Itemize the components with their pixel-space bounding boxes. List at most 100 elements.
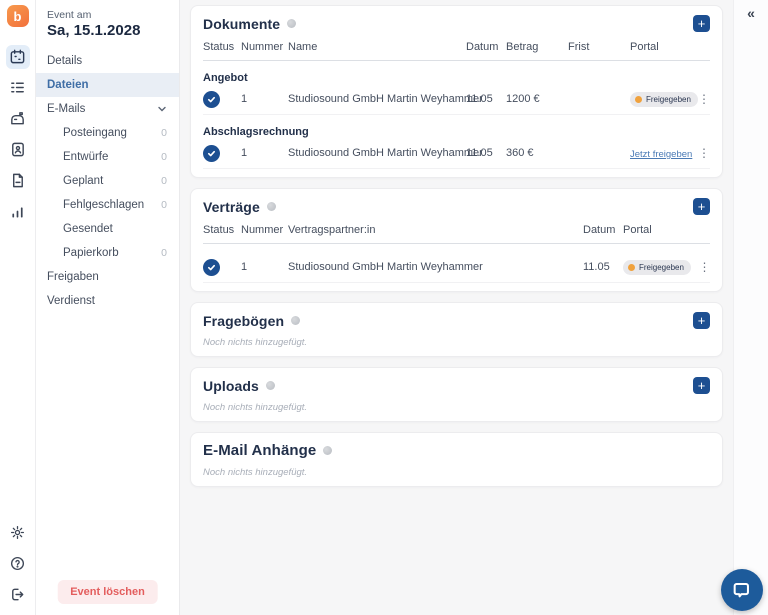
section-title: Dokumente <box>203 15 281 32</box>
uploads-section: Uploads + Noch nichts hinzugefügt. <box>190 367 723 422</box>
sidebar-item-dateien[interactable]: Dateien <box>36 73 179 97</box>
cell-name: Studiosound GmbH Martin Weyhammer <box>288 147 483 159</box>
cell-nummer: 1 <box>241 261 248 273</box>
empty-state-text: Noch nichts hinzugefügt. <box>203 402 308 413</box>
fragebogen-section: Fragebögen + Noch nichts hinzugefügt. <box>190 302 723 357</box>
calendar-icon[interactable] <box>5 44 30 69</box>
add-questionnaire-button[interactable]: + <box>693 312 710 329</box>
sidebar-item-label: Geplant <box>63 175 104 187</box>
cell-nummer: 1 <box>241 93 248 105</box>
add-upload-button[interactable]: + <box>693 377 710 394</box>
col-name: Name <box>288 41 318 53</box>
row-menu-icon[interactable]: ⋮ <box>697 261 712 273</box>
sidebar-item-freigaben[interactable]: Freigaben <box>36 265 179 289</box>
info-icon[interactable] <box>291 316 301 325</box>
sidebar-item-emails[interactable]: E-Mails <box>36 97 179 121</box>
document-row[interactable]: 1 Studiosound GmbH Martin Weyhammer 11.0… <box>203 138 710 169</box>
sidebar-item-papierkorb[interactable]: Papierkorb 0 <box>36 241 179 265</box>
row-menu-icon[interactable]: ⋮ <box>696 93 712 105</box>
cell-nummer: 1 <box>241 147 248 159</box>
cell-datum: 11.05 <box>466 147 493 159</box>
count-badge: 0 <box>161 151 167 163</box>
empty-state-text: Noch nichts hinzugefügt. <box>203 337 308 348</box>
event-header: Event am Sa, 15.1.2028 <box>36 0 179 39</box>
col-datum: Datum <box>583 224 616 236</box>
sidebar-item-label: Details <box>47 55 83 67</box>
sidebar-item-label: Entwürfe <box>63 151 109 163</box>
contacts-icon[interactable] <box>6 138 30 162</box>
badge-dot-icon <box>635 96 642 103</box>
sidebar-item-details[interactable]: Details <box>36 49 179 73</box>
status-check-icon <box>203 90 220 108</box>
cell-datum: 11.05 <box>466 93 493 105</box>
chart-icon[interactable] <box>6 200 30 224</box>
empty-state-text: Noch nichts hinzugefügt. <box>203 467 308 478</box>
info-icon[interactable] <box>323 446 333 455</box>
col-partner: Vertragspartner:in <box>288 224 376 236</box>
count-badge: 0 <box>161 127 167 139</box>
sidebar-item-verdienst[interactable]: Verdienst <box>36 289 179 313</box>
document-icon[interactable] <box>6 169 30 193</box>
sidebar-item-label: Papierkorb <box>63 247 119 259</box>
count-badge: 0 <box>161 175 167 187</box>
cell-partner: Studiosound GmbH Martin Weyhammer <box>288 261 483 273</box>
col-nummer: Nummer <box>241 224 284 236</box>
icon-rail: b <box>0 0 36 615</box>
app-window: b Event am Sa, 15.1.2028 Details Dateien… <box>0 0 768 615</box>
col-status: Status <box>203 224 235 236</box>
info-icon[interactable] <box>265 381 275 390</box>
sidebar-item-label: Posteingang <box>63 127 127 139</box>
delete-event-button[interactable]: Event löschen <box>57 580 158 604</box>
add-document-button[interactable]: + <box>693 15 710 32</box>
help-icon[interactable] <box>6 552 30 576</box>
sidebar-item-posteingang[interactable]: Posteingang 0 <box>36 121 179 145</box>
col-betrag: Betrag <box>506 41 539 53</box>
col-status: Status <box>203 41 235 53</box>
dokumente-section: Dokumente + Status Nummer Name Datum Bet… <box>190 5 723 178</box>
event-sidebar: Event am Sa, 15.1.2028 Details Dateien E… <box>36 0 180 615</box>
tasks-icon[interactable] <box>6 76 30 100</box>
status-check-icon <box>203 258 220 276</box>
cell-datum: 11.05 <box>583 261 610 273</box>
event-nav: Details Dateien E-Mails Posteingang 0 En… <box>36 49 179 313</box>
row-menu-icon[interactable]: ⋮ <box>696 147 712 159</box>
col-portal: Portal <box>623 224 652 236</box>
chevron-down-icon <box>157 104 167 114</box>
settings-gear-icon[interactable] <box>6 521 30 545</box>
sidebar-item-label: E-Mails <box>47 103 86 115</box>
release-now-link[interactable]: Jetzt freigeben <box>630 149 692 160</box>
sidebar-item-gesendet[interactable]: Gesendet <box>36 217 179 241</box>
sidebar-item-label: Fehlgeschlagen <box>63 199 145 211</box>
sidebar-item-label: Dateien <box>47 79 89 91</box>
chat-widget-button[interactable] <box>721 569 763 611</box>
table-header: Status Nummer Vertragspartner:in Datum P… <box>203 224 710 244</box>
sidebar-item-label: Gesendet <box>63 223 113 235</box>
chat-bubble-icon <box>733 583 749 598</box>
app-logo-icon[interactable]: b <box>6 5 29 27</box>
status-check-icon <box>203 144 220 162</box>
section-title: E-Mail Anhänge <box>203 442 317 459</box>
sidebar-item-label: Freigaben <box>47 271 99 283</box>
sidebar-item-entwuerfe[interactable]: Entwürfe 0 <box>36 145 179 169</box>
col-portal: Portal <box>630 41 659 53</box>
logout-icon[interactable] <box>6 583 30 607</box>
sidebar-item-geplant[interactable]: Geplant 0 <box>36 169 179 193</box>
document-row[interactable]: 1 Studiosound GmbH Martin Weyhammer 11.0… <box>203 84 710 115</box>
collapse-panel-icon[interactable]: « <box>747 5 755 21</box>
badge-dot-icon <box>628 264 635 271</box>
status-badge: Freigegeben <box>630 92 698 107</box>
mailbox-icon[interactable] <box>6 107 30 131</box>
info-icon[interactable] <box>266 202 276 211</box>
info-icon[interactable] <box>287 19 297 28</box>
contract-row[interactable]: 1 Studiosound GmbH Martin Weyhammer 11.0… <box>203 252 712 283</box>
cell-name: Studiosound GmbH Martin Weyhammer <box>288 93 483 105</box>
cell-betrag: 360 € <box>506 147 534 159</box>
count-badge: 0 <box>161 199 167 211</box>
count-badge: 0 <box>161 247 167 259</box>
section-title: Verträge <box>203 198 260 215</box>
main-content: Dokumente + Status Nummer Name Datum Bet… <box>180 0 733 615</box>
sidebar-item-fehlgeschlagen[interactable]: Fehlgeschlagen 0 <box>36 193 179 217</box>
add-contract-button[interactable]: + <box>693 198 710 215</box>
table-header: Status Nummer Name Datum Betrag Frist Po… <box>203 41 710 61</box>
col-nummer: Nummer <box>241 41 284 53</box>
